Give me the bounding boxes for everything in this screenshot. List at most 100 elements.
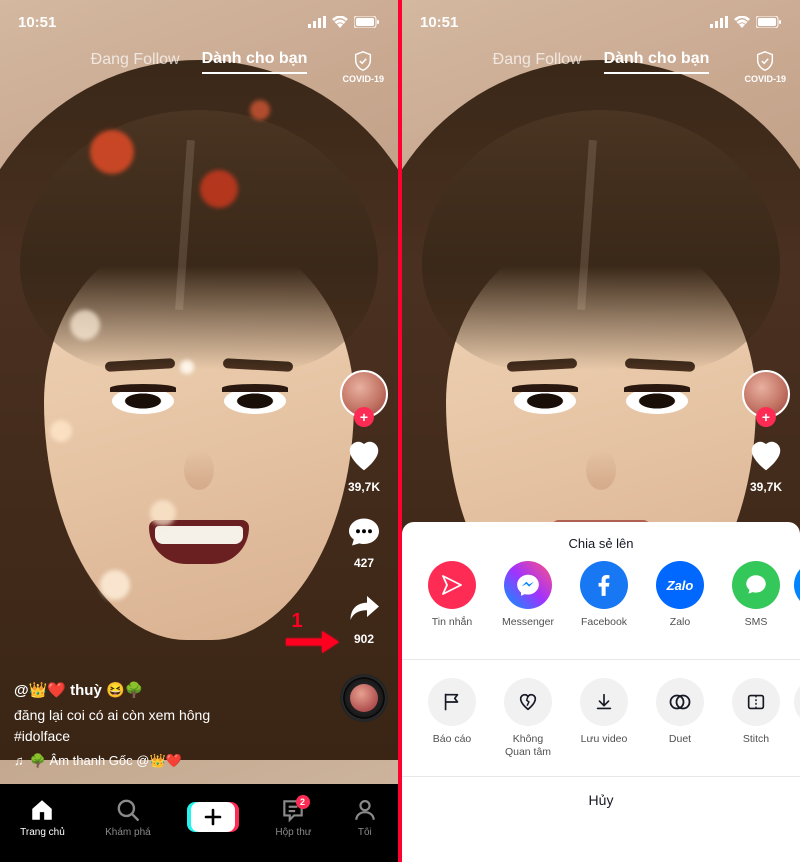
status-bar: 10:51 [0, 0, 398, 44]
profile-icon [352, 797, 378, 823]
action-notinterested-label: Không Quan tâm [505, 733, 551, 758]
screen-right: 10:51 Đang Follow Dành cho bạn COVID-19 … [402, 0, 800, 862]
nav-discover-label: Khám phá [105, 827, 151, 838]
like-button[interactable]: 39,7K [746, 436, 786, 494]
action-notinterested[interactable]: Không Quan tâm [490, 678, 566, 758]
share-count: 902 [354, 632, 374, 646]
broken-heart-icon [504, 678, 552, 726]
sound-disc[interactable] [340, 674, 388, 722]
tab-foryou[interactable]: Dành cho bạn [202, 50, 308, 74]
nav-profile-label: Tôi [358, 827, 372, 838]
music-name: 🌳 Âm thanh Gốc @👑❤️ [30, 751, 182, 771]
like-button[interactable]: 39,7K [344, 436, 384, 494]
top-nav: Đang Follow Dành cho bạn [402, 50, 800, 74]
heart-icon [344, 436, 384, 476]
share-sheet: Chia sẻ lên Tin nhắn Messenger Facebook … [402, 522, 800, 862]
actions-row: Báo cáo Không Quan tâm Lưu video Duet St… [402, 659, 800, 776]
share-zalo-label: Zalo [670, 616, 690, 629]
action-duet-label: Duet [669, 733, 691, 746]
flag-icon [428, 678, 476, 726]
battery-icon [756, 16, 782, 28]
action-rail: + 39,7K 427 902 [340, 370, 388, 722]
stitch-icon [732, 678, 780, 726]
author-handle[interactable]: @👑❤️ thuỳ 😆🌳 [14, 680, 318, 703]
share-dm-label: Tin nhắn [432, 616, 472, 629]
plus-icon [204, 808, 222, 826]
dm-icon [428, 561, 476, 609]
covid-label: COVID-19 [744, 74, 786, 84]
top-nav: Đang Follow Dành cho bạn [0, 50, 398, 74]
covid-label: COVID-19 [342, 74, 384, 84]
share-icon [344, 588, 384, 628]
share-facebook-label: Facebook [581, 616, 627, 629]
follow-plus-icon[interactable]: + [354, 407, 374, 427]
action-stitch[interactable]: Stitch [718, 678, 794, 758]
nav-inbox[interactable]: 2 Hộp thư [275, 797, 311, 838]
music-row[interactable]: ♫ 🌳 Âm thanh Gốc @👑❤️ [14, 751, 318, 771]
share-facebook[interactable]: Facebook [566, 561, 642, 641]
like-count: 39,7K [348, 480, 380, 494]
bottom-nav: Trang chủ Khám phá 2 Hộp thư Tôi [0, 784, 398, 862]
nav-discover[interactable]: Khám phá [105, 797, 151, 838]
caption-hashtag[interactable]: #idolface [14, 726, 318, 747]
like-count: 39,7K [750, 480, 782, 494]
action-duet[interactable]: Duet [642, 678, 718, 758]
action-record[interactable]: R [794, 678, 800, 758]
zalo-icon: Zalo [656, 561, 704, 609]
comment-icon [344, 512, 384, 552]
caption-text: đăng lại coi có ai còn xem hông [14, 705, 318, 726]
share-messenger[interactable]: Messenger [490, 561, 566, 641]
facebook-icon [580, 561, 628, 609]
create-button[interactable] [191, 802, 235, 832]
comment-button[interactable]: 427 [344, 512, 384, 570]
share-dm[interactable]: Tin nhắn [414, 561, 490, 641]
annotation-arrow-1: 1 [284, 610, 340, 655]
author-avatar[interactable]: + [742, 370, 790, 418]
share-sms[interactable]: SMS [718, 561, 794, 641]
screen-left: 10:51 Đang Follow Dành cho bạn COVID-19 … [0, 0, 398, 862]
signal-icon [710, 16, 728, 28]
share-zalo[interactable]: Zalo Zalo [642, 561, 718, 641]
nav-home[interactable]: Trang chủ [20, 797, 65, 838]
tab-following[interactable]: Đang Follow [91, 51, 180, 73]
inbox-badge: 2 [296, 795, 310, 809]
wifi-icon [734, 16, 750, 28]
action-save-label: Lưu video [581, 733, 628, 746]
shield-icon [352, 50, 374, 72]
record-icon [794, 678, 800, 726]
cancel-button[interactable]: Hủy [402, 776, 800, 830]
nav-home-label: Trang chủ [20, 827, 65, 838]
clock: 10:51 [18, 14, 56, 31]
author-avatar[interactable]: + [340, 370, 388, 418]
search-icon [115, 797, 141, 823]
action-report-label: Báo cáo [433, 733, 472, 746]
wifi-icon [332, 16, 348, 28]
battery-icon [354, 16, 380, 28]
share-messenger-label: Messenger [502, 616, 554, 629]
share-destinations-row: Tin nhắn Messenger Facebook Zalo Zalo SM… [402, 561, 800, 659]
music-note-icon: ♫ [14, 751, 24, 771]
follow-plus-icon[interactable]: + [756, 407, 776, 427]
comment-count: 427 [354, 556, 374, 570]
messenger-icon [504, 561, 552, 609]
duet-icon [656, 678, 704, 726]
share-copy[interactable]: Sao Liê [794, 561, 800, 641]
share-sms-label: SMS [745, 616, 768, 629]
link-icon [794, 561, 800, 609]
sms-icon [732, 561, 780, 609]
caption-block: @👑❤️ thuỳ 😆🌳 đăng lại coi có ai còn xem … [14, 680, 318, 770]
clock: 10:51 [420, 14, 458, 31]
tab-foryou[interactable]: Dành cho bạn [604, 50, 710, 74]
covid-badge[interactable]: COVID-19 [342, 50, 384, 84]
action-report[interactable]: Báo cáo [414, 678, 490, 758]
tab-following[interactable]: Đang Follow [493, 51, 582, 73]
action-save-video[interactable]: Lưu video [566, 678, 642, 758]
nav-create[interactable] [191, 802, 235, 832]
nav-profile[interactable]: Tôi [352, 797, 378, 838]
action-rail: + 39,7K [742, 370, 790, 494]
signal-icon [308, 16, 326, 28]
download-icon [580, 678, 628, 726]
home-icon [29, 797, 55, 823]
covid-badge[interactable]: COVID-19 [744, 50, 786, 84]
share-button[interactable]: 902 [344, 588, 384, 646]
